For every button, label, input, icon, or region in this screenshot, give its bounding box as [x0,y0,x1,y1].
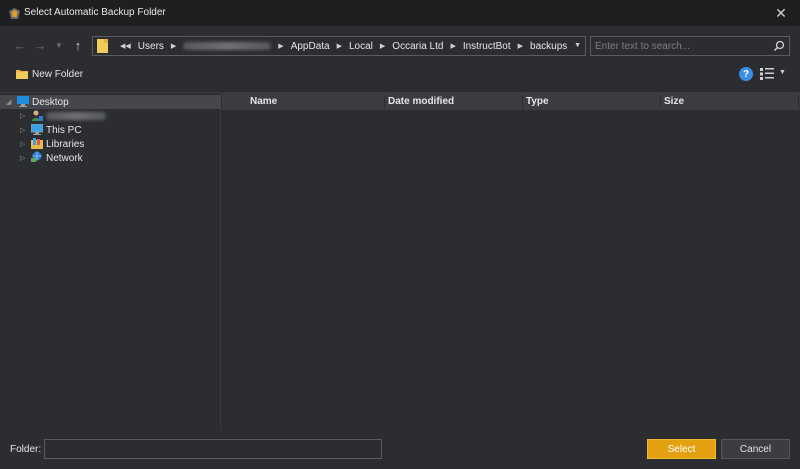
arrow-right-icon: → [33,37,47,53]
breadcrumb-separator-icon[interactable]: ▶ [518,42,523,50]
breadcrumb-separator-icon[interactable]: ▶ [337,42,342,50]
new-folder-icon [16,70,28,79]
libraries-icon [31,138,43,149]
breadcrumb-separator-icon[interactable]: ▶ [278,42,283,50]
close-icon: ✕ [775,4,787,21]
network-icon [31,151,42,162]
close-button[interactable]: ✕ [770,3,792,23]
column-header-name[interactable]: Name [250,96,277,107]
cancel-button[interactable]: Cancel [721,439,790,459]
tree-label: This PC [46,124,82,136]
new-folder-button[interactable]: New Folder [16,67,83,81]
forward-button[interactable]: → [32,37,48,53]
bottom-bar: Folder: Select Cancel [0,430,800,469]
arrow-up-icon: ↑ [74,37,82,53]
title-bar: Select Automatic Backup Folder ✕ [0,0,800,26]
breadcrumb-item-username-redacted[interactable] [183,42,272,50]
breadcrumb-separator-icon[interactable]: ▶ [450,42,455,50]
breadcrumb-item-local[interactable]: Local [349,41,373,52]
file-list[interactable]: Name Date modified Type Size [222,92,800,430]
column-header-type[interactable]: Type [526,96,549,107]
app-logo-icon [9,8,20,19]
file-list-header: Name Date modified Type Size [222,93,800,111]
arrow-left-icon: ← [13,37,27,53]
view-mode-icon[interactable] [760,68,774,80]
expanded-arrow-icon[interactable]: ◢ [6,98,11,106]
column-header-size[interactable]: Size [664,96,684,107]
breadcrumb-item-appdata[interactable]: AppData [291,41,330,52]
breadcrumb-item-users[interactable]: Users [138,41,164,52]
view-mode-dropdown-icon[interactable]: ▼ [779,69,786,76]
collapsed-arrow-icon[interactable]: ▷ [20,112,25,120]
new-folder-label: New Folder [32,68,84,80]
up-button[interactable]: ↑ [70,37,86,53]
tree-item-this-pc[interactable]: ▷ This PC [0,123,221,137]
breadcrumb-item-backups[interactable]: backups [530,41,567,52]
collapsed-arrow-icon[interactable]: ▷ [20,140,25,148]
tree-item-desktop[interactable]: ◢ Desktop [0,95,221,109]
chevron-down-icon: ▼ [55,40,63,50]
column-divider[interactable] [660,95,661,109]
window-title: Select Automatic Backup Folder [24,7,166,18]
collapsed-arrow-icon[interactable]: ▷ [20,126,25,134]
search-icon[interactable] [773,40,785,52]
back-button[interactable]: ← [12,37,28,53]
breadcrumb: ◀◀ Users ▶ ▶ AppData ▶ Local ▶ Occaria L… [113,37,567,55]
collapsed-arrow-icon[interactable]: ▷ [20,154,25,162]
select-button[interactable]: Select [647,439,716,459]
column-divider[interactable] [384,95,385,109]
navigation-bar: ← → ▼ ↑ ◀◀ Users ▶ ▶ AppData ▶ Local ▶ O… [0,30,800,60]
folder-icon [97,39,108,53]
breadcrumb-separator-icon[interactable]: ▶ [380,42,385,50]
search-input[interactable] [595,38,765,54]
toolbar: New Folder ? ▼ [0,62,800,86]
breadcrumb-overflow-icon[interactable]: ◀◀ [120,42,131,50]
desktop-icon [17,96,29,107]
tree-item-libraries[interactable]: ▷ Libraries [0,137,221,151]
help-icon[interactable]: ? [739,67,753,81]
tree-label: Network [46,152,83,164]
navigation-tree: ◢ Desktop ▷ ▷ This PC ▷ Libraries ▷ Netw… [0,92,221,430]
column-divider[interactable] [798,95,799,109]
search-box [590,36,790,56]
folder-label: Folder: [10,444,42,455]
breadcrumb-item-occaria[interactable]: Occaria Ltd [392,41,443,52]
computer-icon [31,124,43,135]
address-dropdown-icon[interactable]: ▼ [574,42,581,49]
tree-label: Libraries [46,138,85,150]
tree-label-redacted [46,112,106,120]
tree-label: Desktop [32,96,69,108]
address-bar[interactable]: ◀◀ Users ▶ ▶ AppData ▶ Local ▶ Occaria L… [92,36,586,56]
user-icon [32,110,43,121]
recent-locations-button[interactable]: ▼ [54,37,64,53]
tree-item-network[interactable]: ▷ Network [0,151,221,165]
column-divider[interactable] [522,95,523,109]
breadcrumb-separator-icon[interactable]: ▶ [171,42,176,50]
breadcrumb-item-instructbot[interactable]: InstructBot [463,41,511,52]
column-header-date-modified[interactable]: Date modified [388,96,454,107]
folder-name-input[interactable] [44,439,382,459]
tree-item-user[interactable]: ▷ [0,109,221,123]
